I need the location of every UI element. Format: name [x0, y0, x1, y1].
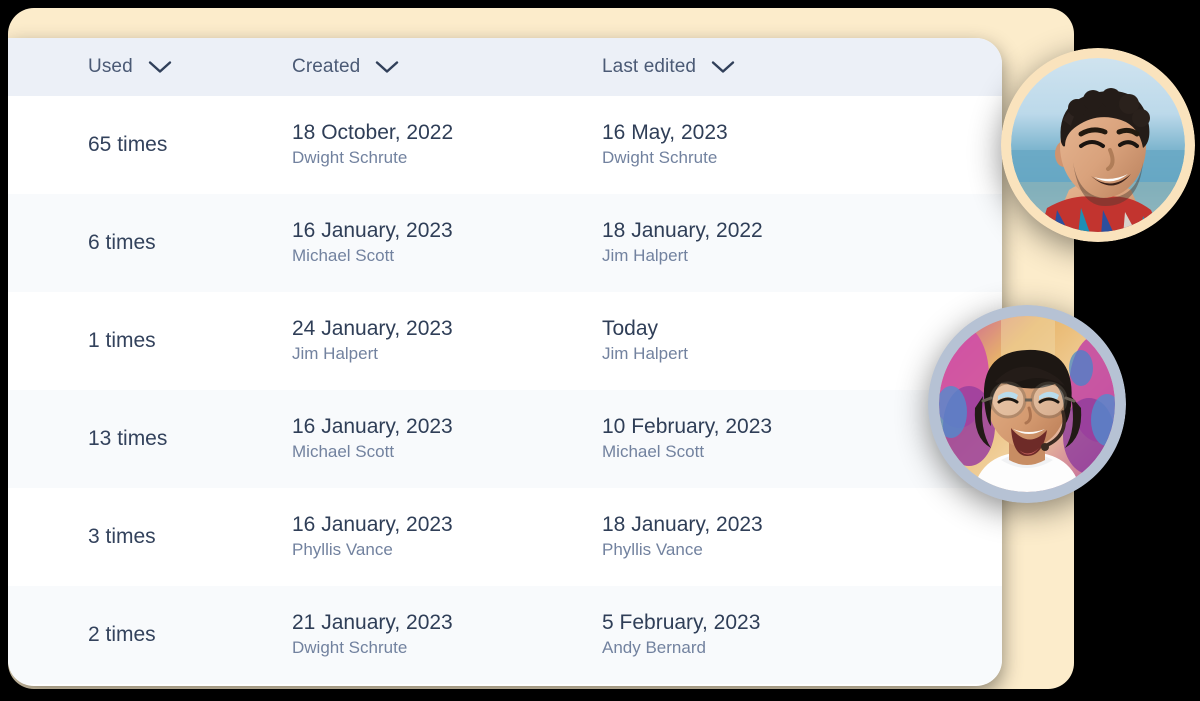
table-row[interactable]: 2 times 21 January, 2023 Dwight Schrute …: [8, 586, 1002, 684]
used-count: 1 times: [88, 329, 156, 352]
avatar-photo: [939, 316, 1115, 492]
used-count: 13 times: [88, 427, 168, 450]
created-date: 16 January, 2023: [292, 414, 453, 438]
created-by: Michael Scott: [292, 442, 395, 462]
edited-by: Dwight Schrute: [602, 148, 718, 168]
avatar-photo: [1011, 58, 1185, 232]
cell-used: 65 times: [8, 133, 292, 157]
column-header-last-edited[interactable]: Last edited: [602, 56, 1002, 78]
edited-by: Andy Bernard: [602, 638, 706, 658]
chevron-down-icon[interactable]: [710, 59, 736, 75]
cell-used: 1 times: [8, 329, 292, 353]
created-by: Phyllis Vance: [292, 540, 393, 560]
cell-created: 16 January, 2023 Michael Scott: [292, 218, 602, 267]
chevron-down-icon[interactable]: [374, 59, 400, 75]
table-header-row: Used Created Last edited: [8, 38, 1002, 96]
edited-date: Today: [602, 316, 659, 340]
created-date: 24 January, 2023: [292, 316, 453, 340]
data-table-card: Used Created Last edited 65 times 18 Oct…: [8, 38, 1002, 686]
created-date: 16 January, 2023: [292, 218, 453, 242]
created-date: 21 January, 2023: [292, 610, 453, 634]
edited-date: 16 May, 2023: [602, 120, 728, 144]
table-row[interactable]: 6 times 16 January, 2023 Michael Scott 1…: [8, 194, 1002, 292]
screenshot-stage: Used Created Last edited 65 times 18 Oct…: [0, 0, 1200, 701]
cell-last-edited: 16 May, 2023 Dwight Schrute: [602, 120, 1002, 169]
used-count: 2 times: [88, 623, 156, 646]
chevron-down-icon[interactable]: [147, 59, 173, 75]
table-row[interactable]: 13 times 16 January, 2023 Michael Scott …: [8, 390, 1002, 488]
used-count: 3 times: [88, 525, 156, 548]
avatar[interactable]: [1001, 48, 1195, 242]
created-date: 16 January, 2023: [292, 512, 453, 536]
column-header-used-label: Used: [88, 56, 133, 77]
avatar[interactable]: [928, 305, 1126, 503]
edited-date: 5 February, 2023: [602, 610, 761, 634]
created-by: Dwight Schrute: [292, 148, 408, 168]
edited-date: 18 January, 2023: [602, 512, 763, 536]
cell-last-edited: 5 February, 2023 Andy Bernard: [602, 610, 1002, 659]
cell-used: 13 times: [8, 427, 292, 451]
column-header-created-label: Created: [292, 56, 361, 77]
table-body: 65 times 18 October, 2022 Dwight Schrute…: [8, 96, 1002, 684]
cell-created: 21 January, 2023 Dwight Schrute: [292, 610, 602, 659]
cell-created: 24 January, 2023 Jim Halpert: [292, 316, 602, 365]
cell-created: 16 January, 2023 Michael Scott: [292, 414, 602, 463]
cell-last-edited: 18 January, 2022 Jim Halpert: [602, 218, 1002, 267]
cell-used: 6 times: [8, 231, 292, 255]
table-row[interactable]: 3 times 16 January, 2023 Phyllis Vance 1…: [8, 488, 1002, 586]
table-row[interactable]: 1 times 24 January, 2023 Jim Halpert Tod…: [8, 292, 1002, 390]
column-header-created[interactable]: Created: [292, 56, 602, 78]
edited-by: Phyllis Vance: [602, 540, 703, 560]
column-header-last-edited-label: Last edited: [602, 56, 697, 77]
cell-used: 2 times: [8, 623, 292, 647]
edited-date: 18 January, 2022: [602, 218, 763, 242]
used-count: 65 times: [88, 133, 168, 156]
created-by: Michael Scott: [292, 246, 395, 266]
cell-created: 16 January, 2023 Phyllis Vance: [292, 512, 602, 561]
used-count: 6 times: [88, 231, 156, 254]
created-date: 18 October, 2022: [292, 120, 454, 144]
created-by: Jim Halpert: [292, 344, 378, 364]
table-row[interactable]: 65 times 18 October, 2022 Dwight Schrute…: [8, 96, 1002, 194]
cell-last-edited: 18 January, 2023 Phyllis Vance: [602, 512, 1002, 561]
cell-created: 18 October, 2022 Dwight Schrute: [292, 120, 602, 169]
column-header-used[interactable]: Used: [8, 56, 292, 78]
edited-by: Jim Halpert: [602, 246, 688, 266]
created-by: Dwight Schrute: [292, 638, 408, 658]
cell-used: 3 times: [8, 525, 292, 549]
